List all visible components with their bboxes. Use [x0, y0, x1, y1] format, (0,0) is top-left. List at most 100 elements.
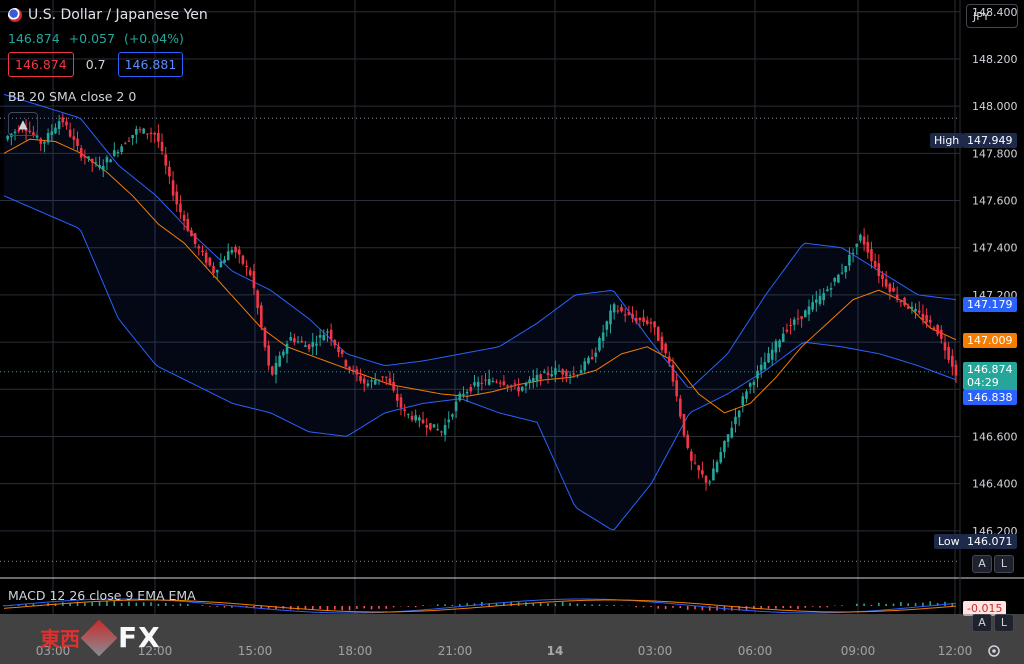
candle-body: [164, 154, 168, 166]
candle-body: [884, 279, 888, 287]
candle-body: [763, 361, 767, 370]
candle-body: [568, 375, 572, 377]
candle-body: [491, 381, 495, 383]
candle-body: [193, 233, 197, 244]
candle-body: [642, 317, 645, 322]
candle-body: [620, 306, 623, 312]
macd-histogram-bar: [922, 602, 924, 606]
indicator-legend[interactable]: BB 20 SMA close 2 0: [8, 89, 136, 104]
candle-body: [94, 162, 98, 164]
candle-body: [506, 385, 509, 387]
candle-body: [917, 310, 921, 313]
candle-body: [859, 234, 862, 241]
candle-body: [300, 340, 304, 343]
candle-body: [425, 424, 429, 428]
candle-body: [583, 361, 587, 371]
macd-histogram-bar: [819, 606, 821, 608]
candle-body: [370, 380, 373, 382]
macd-histogram-bar: [120, 602, 123, 606]
macd-histogram-bar: [186, 604, 189, 606]
candle-body: [146, 133, 149, 135]
candle-body: [469, 386, 473, 392]
sell-button[interactable]: 146.874: [8, 52, 74, 77]
candle-body: [307, 344, 311, 350]
settings-gear-icon[interactable]: [987, 644, 1001, 658]
candle-body: [645, 320, 649, 324]
macd-histogram-bar: [900, 602, 902, 606]
candle-body: [219, 261, 223, 267]
candle-body: [550, 374, 553, 377]
macd-histogram-bar: [164, 603, 167, 606]
macd-histogram-bar: [679, 606, 682, 608]
macd-histogram-bar: [135, 602, 138, 606]
candle-body: [366, 383, 370, 386]
candle-body: [811, 302, 814, 310]
candle-body: [186, 218, 190, 231]
candle-body: [79, 148, 83, 158]
candle-body: [664, 343, 667, 354]
candle-body: [87, 156, 90, 159]
macd-histogram-bar: [311, 606, 314, 610]
candle-body: [800, 316, 803, 319]
candle-body: [796, 318, 800, 320]
candle-body: [524, 383, 528, 386]
log-scale-button[interactable]: L: [994, 555, 1014, 573]
candle-body: [752, 381, 756, 385]
candle-body: [495, 381, 498, 383]
candle-body: [656, 327, 660, 341]
macd-histogram-bar: [561, 601, 564, 606]
bid-ask: 146.874 0.7 146.881: [8, 52, 184, 77]
candle-body: [440, 431, 443, 433]
candle-body: [833, 277, 837, 282]
macd-histogram-bar: [304, 606, 307, 610]
candle-body: [803, 310, 807, 318]
candle-body: [333, 340, 337, 346]
currency-button[interactable]: JPY: [966, 4, 1018, 28]
candle-body: [322, 335, 326, 341]
chevron-up-icon: ▲: [18, 117, 28, 131]
macd-histogram-bar: [363, 606, 366, 609]
candle-body: [373, 380, 377, 385]
candle-body: [660, 336, 664, 351]
macd-histogram-bar: [172, 604, 174, 606]
candle-body: [377, 379, 381, 381]
auto-scale-button[interactable]: A: [972, 555, 992, 573]
candle-body: [756, 370, 759, 379]
macd-histogram-bar: [804, 606, 807, 608]
candle-body: [46, 132, 50, 143]
candle-body: [447, 419, 451, 423]
candle-body: [304, 345, 307, 347]
macd-histogram-bar: [576, 603, 579, 606]
candle-body: [546, 372, 550, 375]
price-chart[interactable]: 148.400148.200148.000147.800147.600147.4…: [0, 0, 1024, 664]
candle-body: [43, 141, 46, 144]
y-tick-label: 148.200: [972, 53, 1018, 66]
candle-body: [634, 318, 638, 322]
macd-auto-button[interactable]: A: [972, 614, 992, 632]
macd-log-button[interactable]: L: [994, 614, 1014, 632]
macd-histogram-bar: [782, 606, 785, 609]
candle-body: [421, 419, 425, 424]
candle-body: [407, 414, 410, 416]
macd-histogram-bar: [407, 606, 410, 607]
candle-body: [171, 180, 175, 196]
macd-histogram-bar: [885, 603, 887, 606]
candle-body: [928, 319, 932, 323]
candle-body: [531, 378, 535, 382]
candle-body: [337, 346, 340, 353]
candle-body: [892, 287, 895, 292]
collapse-legend-button[interactable]: ▲: [8, 112, 38, 136]
macd-histogram-bar: [25, 604, 27, 606]
candle-body: [895, 294, 899, 300]
candle-body: [340, 350, 344, 355]
macd-histogram-bar: [84, 602, 86, 606]
candle-body: [565, 370, 568, 377]
buy-button[interactable]: 146.881: [117, 52, 184, 77]
macd-histogram-bar: [672, 606, 674, 608]
candle-body: [248, 270, 252, 276]
macd-legend[interactable]: MACD 12 26 close 9 EMA EMA: [8, 588, 196, 603]
macd-histogram-bar: [334, 606, 336, 610]
candle-body: [609, 310, 612, 325]
candle-body: [539, 374, 542, 380]
candle-body: [826, 289, 829, 291]
